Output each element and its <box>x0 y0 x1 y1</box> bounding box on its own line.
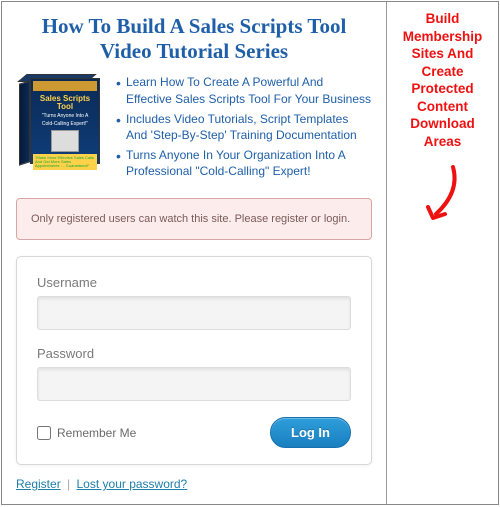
password-label: Password <box>37 346 351 361</box>
boxart-badge: "Make More Effective Sales Calls And Get… <box>33 154 97 170</box>
boxart-title: Sales Scripts Tool <box>31 93 99 113</box>
callout-arrow-icon <box>393 162 492 232</box>
login-button[interactable]: Log In <box>270 417 351 448</box>
lost-password-link[interactable]: Lost your password? <box>77 477 188 491</box>
remember-checkbox[interactable] <box>37 426 51 440</box>
headline-line-2: Video Tutorial Series <box>100 39 288 63</box>
username-input[interactable] <box>37 296 351 330</box>
login-form: Username Password Remember Me Log In <box>16 256 372 465</box>
username-label: Username <box>37 275 351 290</box>
bullet-item: Learn How To Create A Powerful And Effec… <box>114 74 372 106</box>
callout-line: Build Membership <box>403 11 483 44</box>
callout-panel: Build Membership Sites And Create Protec… <box>387 2 498 504</box>
headline-line-1: How To Build A Sales Scripts Tool <box>42 14 347 38</box>
link-divider: | <box>67 477 70 491</box>
bullet-item: Includes Video Tutorials, Script Templat… <box>114 111 372 143</box>
boxart-tag2: Cold-Calling Expert!" <box>31 121 99 129</box>
product-boxart: Sales Scripts Tool "Turns Anyone Into A … <box>16 74 106 169</box>
bullet-item: Turns Anyone In Your Organization Into A… <box>114 147 372 179</box>
boxart-tag1: "Turns Anyone Into A <box>31 113 99 121</box>
page-title: How To Build A Sales Scripts Tool Video … <box>16 14 372 64</box>
remember-me-wrap[interactable]: Remember Me <box>37 426 136 440</box>
hero-section: Sales Scripts Tool "Turns Anyone Into A … <box>16 74 372 183</box>
callout-line: Download Areas <box>410 116 475 149</box>
main-panel: How To Build A Sales Scripts Tool Video … <box>2 2 387 504</box>
feature-bullets: Learn How To Create A Powerful And Effec… <box>114 74 372 183</box>
remember-label: Remember Me <box>57 426 136 440</box>
register-link[interactable]: Register <box>16 477 61 491</box>
callout-text: Build Membership Sites And Create Protec… <box>393 10 492 150</box>
callout-line: Protected Content <box>411 81 473 114</box>
app-frame: How To Build A Sales Scripts Tool Video … <box>1 1 499 505</box>
password-input[interactable] <box>37 367 351 401</box>
callout-line: Sites And Create <box>412 46 474 79</box>
access-alert: Only registered users can watch this sit… <box>16 198 372 241</box>
aux-links: Register | Lost your password? <box>16 477 372 491</box>
